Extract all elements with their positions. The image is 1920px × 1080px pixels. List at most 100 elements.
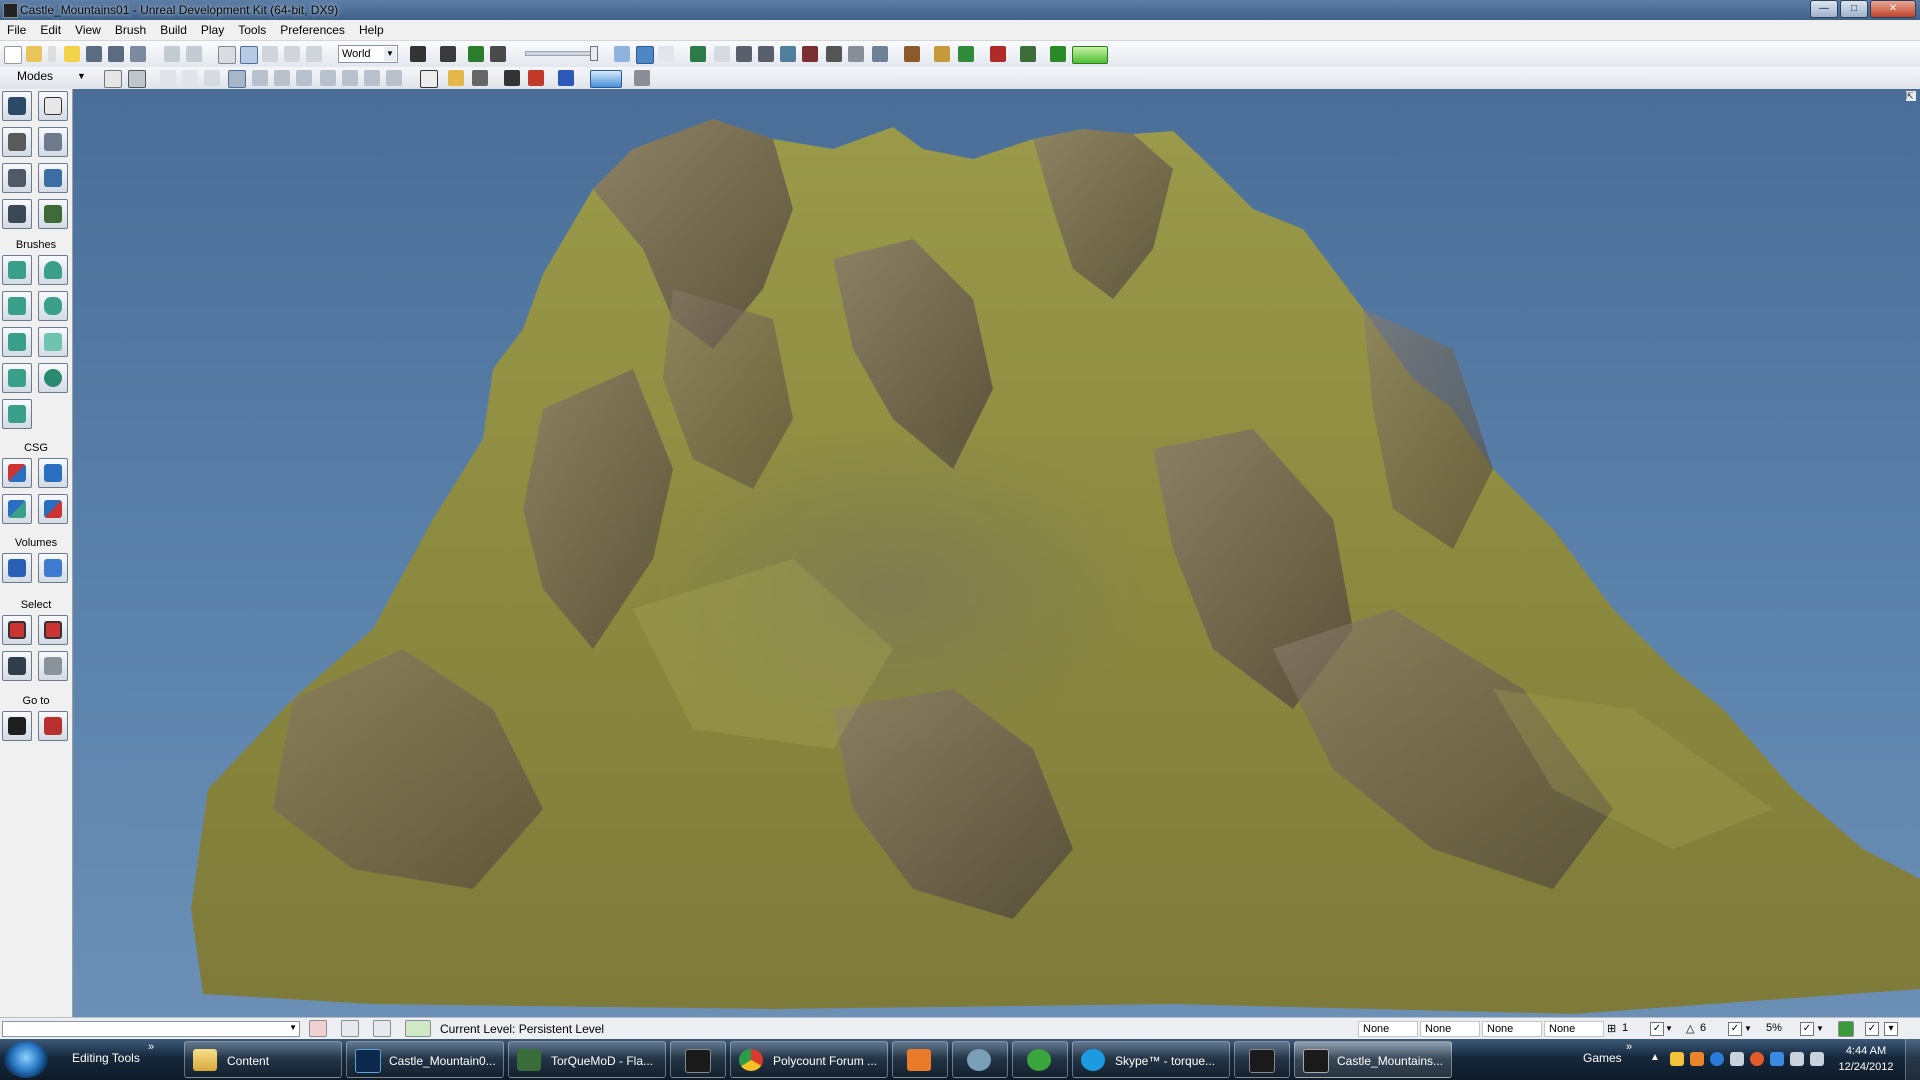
reflections-icon[interactable] <box>386 70 402 86</box>
light-complexity-icon[interactable] <box>296 70 312 86</box>
realtime-toggle-icon[interactable] <box>614 46 630 62</box>
slider-thumb[interactable] <box>590 46 598 61</box>
taskbar-button-udk-1[interactable] <box>670 1041 726 1078</box>
tray-warning-icon[interactable] <box>1690 1052 1704 1066</box>
minimize-button[interactable]: — <box>1810 0 1838 18</box>
build-paths-icon[interactable] <box>758 46 774 62</box>
curved-stair-brush-button[interactable] <box>2 291 32 321</box>
cylinder-brush-button[interactable] <box>38 291 68 321</box>
level-browser-icon[interactable] <box>341 1020 359 1037</box>
select-cursor-icon[interactable] <box>218 46 236 64</box>
add-volume-button[interactable] <box>2 553 32 583</box>
scale-snap-checkbox[interactable]: ✓ <box>1800 1022 1814 1036</box>
scale-dropdown-icon[interactable]: ▼ <box>1816 1024 1824 1033</box>
status-dropdown-checkbox[interactable]: ▾ <box>1884 1022 1898 1036</box>
tray-volume-icon[interactable] <box>1810 1052 1824 1066</box>
wireframe-icon[interactable] <box>182 70 198 86</box>
close-button[interactable]: ✕ <box>1870 0 1916 18</box>
rotation-snap-icon[interactable]: △ <box>1686 1022 1694 1035</box>
goto-actor-button[interactable] <box>2 711 32 741</box>
modes-dropdown-icon[interactable]: ▼ <box>77 71 86 81</box>
menu-brush[interactable]: Brush <box>108 20 153 40</box>
redo-icon[interactable] <box>186 46 202 62</box>
viewport-options-icon[interactable] <box>634 70 650 86</box>
scale-mode-icon[interactable] <box>284 46 300 62</box>
start-orb-icon[interactable] <box>4 1041 48 1078</box>
editing-tools-toolbar[interactable]: Editing Tools <box>72 1051 140 1065</box>
autosave-checkbox[interactable]: ✓ <box>1865 1022 1879 1036</box>
toolbar-chevron-icon[interactable]: » <box>148 1041 154 1053</box>
unlit-icon[interactable] <box>204 70 220 86</box>
lighting-only-icon[interactable] <box>274 70 290 86</box>
scene-manager-icon[interactable] <box>990 46 1006 62</box>
lit-icon[interactable] <box>228 70 246 88</box>
coordinate-system-select[interactable]: World ▼ <box>338 45 398 63</box>
taskbar-button-udk-2[interactable] <box>1234 1041 1290 1078</box>
detail-lighting-icon[interactable] <box>252 70 268 86</box>
eye-icon[interactable] <box>472 70 488 86</box>
save-all-icon[interactable] <box>130 46 146 62</box>
cube-brush-button[interactable] <box>2 255 32 285</box>
menu-tools[interactable]: Tools <box>231 20 273 40</box>
geometry-mode-button[interactable] <box>38 91 68 121</box>
csg-add-button[interactable] <box>2 458 32 488</box>
new-file-icon[interactable] <box>4 46 22 64</box>
undo-icon[interactable] <box>164 46 180 62</box>
camera-actor-icon[interactable] <box>504 70 520 86</box>
lightmass-icon[interactable] <box>826 46 842 62</box>
menu-help[interactable]: Help <box>352 20 391 40</box>
stats-icon[interactable] <box>872 46 888 62</box>
sphere-brush-button[interactable] <box>38 363 68 393</box>
matinee-icon[interactable] <box>490 46 506 62</box>
volume-cube-button[interactable] <box>38 553 68 583</box>
lock-icon[interactable] <box>448 70 464 86</box>
volumetric-brush-button[interactable] <box>2 399 32 429</box>
spiral-stair-brush-button[interactable] <box>2 363 32 393</box>
camera-mode-button[interactable] <box>2 91 32 121</box>
terrain-mode-button[interactable] <box>2 127 32 157</box>
nonuniform-scale-icon[interactable] <box>306 46 322 62</box>
invert-selection-button[interactable] <box>2 651 32 681</box>
taskbar-button-chrome[interactable]: Polycount Forum ... <box>730 1041 888 1078</box>
sheet-brush-button[interactable] <box>38 327 68 357</box>
tray-expand-icon[interactable]: ▲ <box>1650 1052 1664 1066</box>
camera-speed-slider[interactable] <box>525 46 598 61</box>
favorites-star-icon[interactable] <box>64 46 80 62</box>
perspective-p-icon[interactable] <box>104 70 122 88</box>
udk-app-icon[interactable] <box>3 3 18 18</box>
menu-play[interactable]: Play <box>194 20 231 40</box>
viewport-maximize-icon[interactable]: ⇱ <box>1906 91 1916 101</box>
brush-wireframe-icon[interactable] <box>160 70 176 86</box>
save-as-icon[interactable] <box>108 46 124 62</box>
taskbar-button-udk-editor[interactable]: Castle_Mountains... <box>1294 1041 1452 1078</box>
viewport-type-icon[interactable] <box>128 70 146 88</box>
texture-density-icon[interactable] <box>320 70 336 86</box>
csg-subtract-button[interactable] <box>38 458 68 488</box>
landscape-mode-button[interactable] <box>2 199 32 229</box>
perspective-viewport[interactable]: ⇱ <box>73 89 1920 1017</box>
build-lighting-icon[interactable] <box>736 46 752 62</box>
taskbar-button-mail[interactable] <box>892 1041 948 1078</box>
taskbar-button-network[interactable] <box>952 1041 1008 1078</box>
show-desktop-button[interactable] <box>1905 1039 1920 1080</box>
system-clock[interactable]: 4:44 AM 12/24/2012 <box>1836 1043 1896 1075</box>
csg-deintersect-button[interactable] <box>38 494 68 524</box>
games-toolbar[interactable]: Games <box>1583 1051 1622 1065</box>
autosave-icon[interactable] <box>1838 1021 1854 1037</box>
save-icon[interactable] <box>86 46 102 62</box>
goto-builder-brush-button[interactable] <box>38 711 68 741</box>
move-mode-button[interactable] <box>38 127 68 157</box>
generic-browser-icon[interactable] <box>934 46 950 62</box>
level-grid-icon[interactable] <box>373 1020 391 1037</box>
game-view-icon[interactable] <box>636 46 654 64</box>
menu-view[interactable]: View <box>68 20 108 40</box>
rotation-dropdown-icon[interactable]: ▼ <box>1744 1024 1752 1033</box>
content-browser-icon[interactable] <box>904 46 920 62</box>
cone-brush-button[interactable] <box>38 255 68 285</box>
menu-file[interactable]: File <box>0 20 33 40</box>
realtime-audio-icon[interactable] <box>528 70 544 86</box>
menu-edit[interactable]: Edit <box>33 20 68 40</box>
taskbar-button-flash[interactable]: TorQueMoD - Fla... <box>508 1041 666 1078</box>
translate-mode-icon[interactable] <box>240 46 258 64</box>
tray-dropbox-icon[interactable] <box>1770 1052 1784 1066</box>
